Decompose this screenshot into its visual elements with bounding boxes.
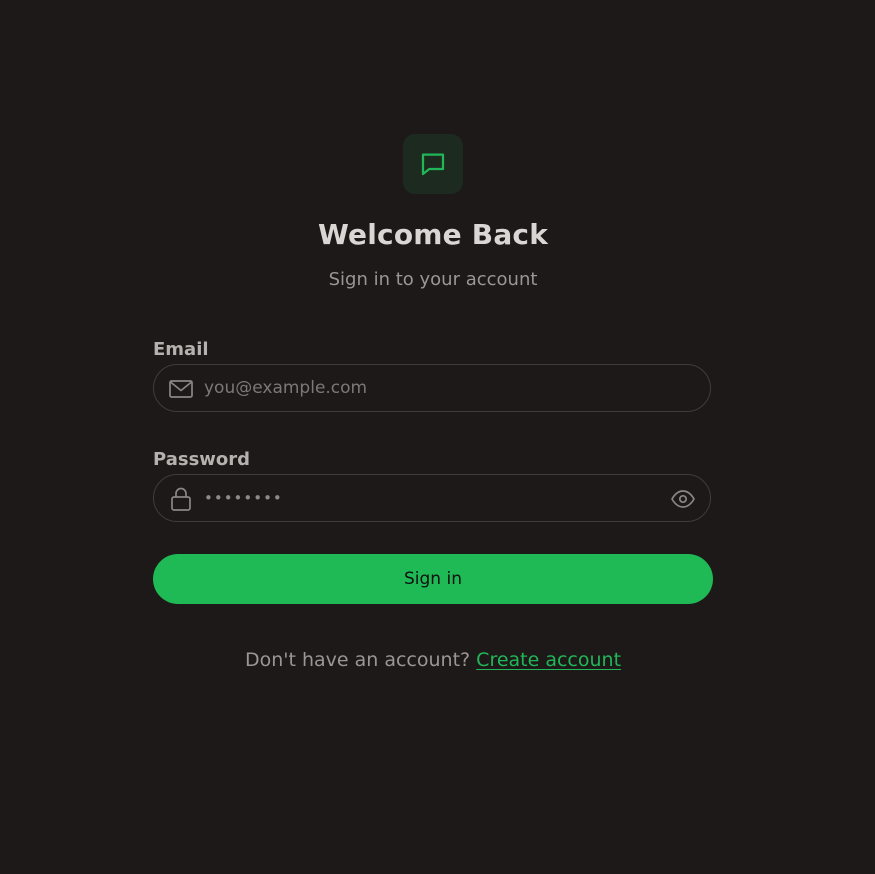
signup-prompt: Don't have an account? Create account: [0, 648, 866, 672]
lock-icon: [168, 487, 194, 511]
sign-in-button[interactable]: Sign in: [153, 554, 713, 604]
password-label: Password: [153, 449, 251, 470]
email-label: Email: [153, 339, 209, 360]
password-input[interactable]: [204, 475, 654, 521]
app-logo: [403, 134, 463, 194]
password-field[interactable]: [153, 474, 711, 522]
email-field[interactable]: [153, 364, 711, 412]
chat-bubble-icon: [421, 153, 445, 176]
login-page: Welcome Back Sign in to your account Ema…: [0, 0, 875, 874]
signup-prompt-text: Don't have an account?: [244, 649, 471, 671]
eye-icon[interactable]: [670, 487, 696, 511]
create-account-link[interactable]: Create account: [476, 649, 621, 671]
mail-icon: [168, 377, 194, 401]
page-subtitle: Sign in to your account: [328, 269, 538, 290]
email-input[interactable]: [204, 365, 654, 411]
page-title: Welcome Back: [317, 218, 549, 251]
